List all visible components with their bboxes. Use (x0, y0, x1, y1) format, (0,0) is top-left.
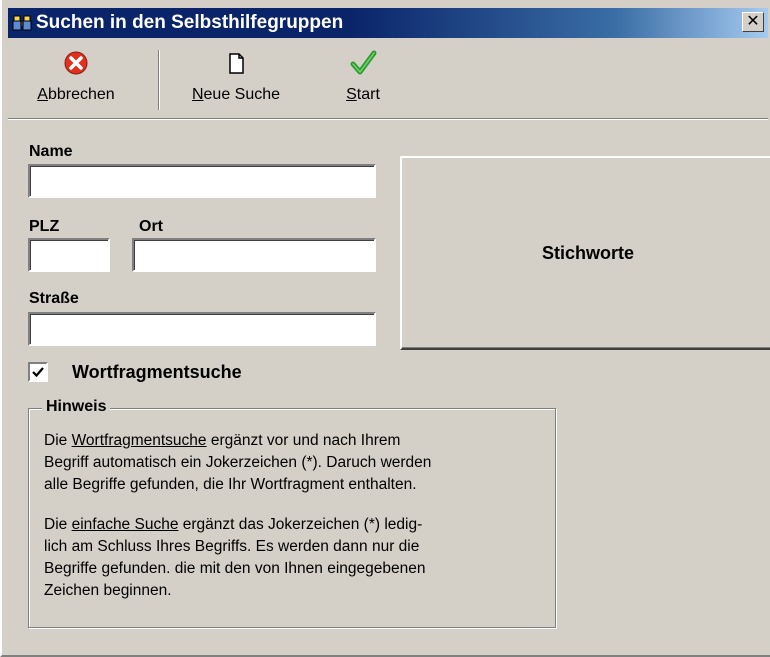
search-dialog: Suchen in den Selbsthilfegruppen ✕ Abbre… (0, 0, 770, 657)
ort-label: Ort (139, 218, 163, 235)
strasse-field[interactable] (28, 312, 376, 346)
new-document-icon (172, 48, 300, 78)
hinweis-p1-line3: alle Begriffe gefunden, die Ihr Wortfrag… (44, 476, 417, 493)
name-input[interactable] (30, 166, 374, 196)
close-button[interactable]: ✕ (742, 12, 764, 32)
checkmark-icon (32, 367, 44, 378)
wortfragment-link[interactable]: Wortfragmentsuche (72, 432, 207, 449)
hinweis-p2-line1: Die einfache Suche ergänzt das Jokerzeic… (44, 516, 423, 533)
name-field[interactable] (28, 164, 376, 198)
ort-field[interactable] (132, 238, 376, 272)
start-button[interactable]: Start (326, 48, 400, 114)
hinweis-paragraph-2: Die einfache Suche ergänzt das Jokerzeic… (44, 514, 554, 602)
hinweis-p2-line3: Begriffe gefunden. die mit den von Ihnen… (44, 560, 426, 577)
ort-input[interactable] (134, 240, 374, 270)
checkmark-icon (326, 48, 400, 78)
window-title: Suchen in den Selbsthilfegruppen (36, 12, 344, 33)
strasse-label: Straße (29, 290, 79, 307)
title-bar[interactable]: Suchen in den Selbsthilfegruppen ✕ (8, 8, 768, 38)
start-label: Start (346, 86, 380, 103)
wortfragment-label[interactable]: Wortfragmentsuche (72, 362, 242, 383)
wortfragment-checkbox[interactable] (28, 362, 48, 382)
strasse-input[interactable] (30, 314, 374, 344)
hinweis-p2-line2: lich am Schluss Ihres Begriffs. Es werde… (44, 538, 420, 555)
einfache-suche-link[interactable]: einfache Suche (72, 516, 179, 533)
cancel-label: Abbrechen (37, 86, 115, 103)
stichworte-button[interactable]: Stichworte (400, 156, 770, 350)
hinweis-p1-line2: Begriff automatisch ein Jokerzeichen (*)… (44, 454, 432, 471)
cancel-button[interactable]: Abbrechen (14, 48, 138, 114)
new-search-button[interactable]: Neue Suche (172, 48, 300, 114)
hinweis-p2-line4: Zeichen beginnen. (44, 582, 172, 599)
binoculars-icon (12, 13, 32, 33)
cancel-icon (14, 48, 138, 78)
new-search-label: Neue Suche (191, 86, 281, 103)
plz-field[interactable] (28, 238, 110, 272)
hinweis-paragraph-1: Die Wortfragmentsuche ergänzt vor und na… (44, 430, 554, 496)
plz-input[interactable] (30, 240, 108, 270)
hinweis-title: Hinweis (42, 398, 111, 416)
hinweis-p1-line1: Die Wortfragmentsuche ergänzt vor und na… (44, 432, 401, 449)
toolbar: Abbrechen Neue Suche Start (8, 44, 768, 119)
plz-label: PLZ (29, 218, 60, 235)
toolbar-separator (158, 50, 160, 110)
name-label: Name (29, 143, 73, 160)
